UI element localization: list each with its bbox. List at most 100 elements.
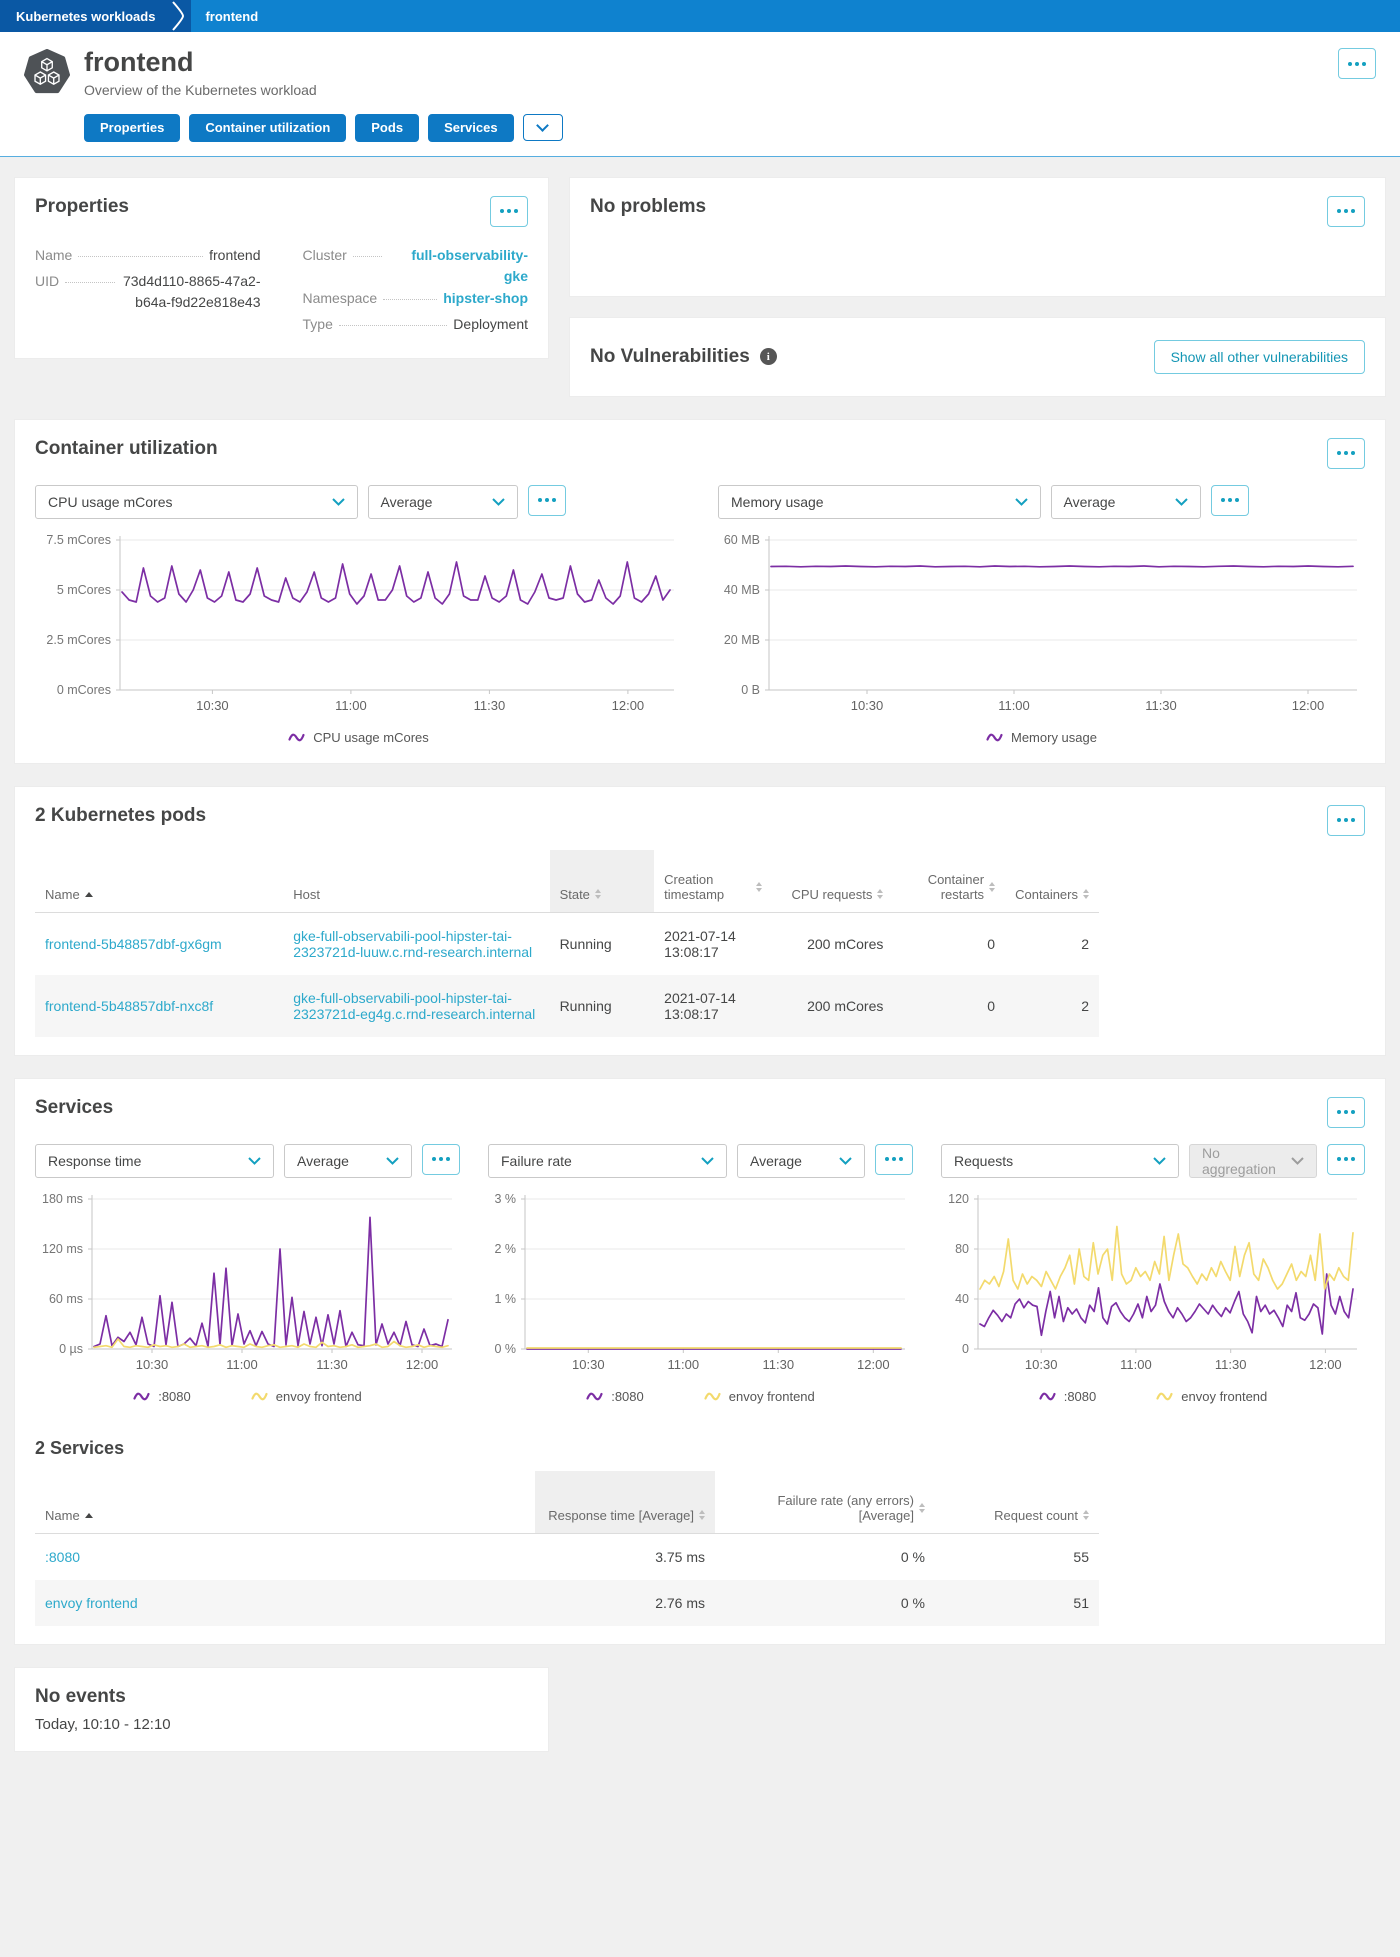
pods-menu-button[interactable] bbox=[1327, 804, 1365, 836]
nav-button-container-utilization[interactable]: Container utilization bbox=[189, 113, 347, 142]
memory-aggregation-select[interactable]: Average bbox=[1050, 484, 1201, 519]
services-column-request-count[interactable]: Request count bbox=[935, 1470, 1099, 1534]
failure-rate-panel: Failure rate Average 0 % 1 % 2 % 3 % 10:30 11… bbox=[488, 1143, 913, 1404]
requests-menu-button[interactable] bbox=[1327, 1143, 1365, 1175]
memory-chart-menu-button[interactable] bbox=[1210, 484, 1249, 516]
requests-metric-select[interactable]: Requests bbox=[941, 1143, 1179, 1178]
failure-rate-metric-select[interactable]: Failure rate bbox=[488, 1143, 727, 1178]
events-title: No events bbox=[35, 1685, 126, 1707]
nav-button-properties[interactable]: Properties bbox=[84, 113, 181, 142]
legend-label: :8080 bbox=[158, 1388, 191, 1404]
svg-text:0 mCores: 0 mCores bbox=[57, 683, 111, 697]
response-time-menu-button[interactable] bbox=[422, 1143, 460, 1175]
cluster-link[interactable]: full-observability-gke bbox=[388, 245, 528, 288]
legend-label: :8080 bbox=[1063, 1388, 1097, 1404]
container-utilization-menu-button[interactable] bbox=[1327, 437, 1365, 469]
legend-item[interactable]: envoy frontend bbox=[251, 1389, 362, 1404]
requests-chart[interactable]: 0 40 80 120 10:30 11:00 11:30 12:00 bbox=[941, 1192, 1365, 1379]
pod-state: Running bbox=[559, 935, 612, 952]
failure-rate-chart[interactable]: 0 % 1 % 2 % 3 % 10:30 11:00 11:30 12:00 bbox=[488, 1192, 913, 1379]
failure-rate-aggregation-select[interactable]: Average bbox=[737, 1143, 865, 1178]
header-menu-button[interactable] bbox=[1338, 48, 1376, 79]
legend-label: envoy frontend bbox=[275, 1388, 362, 1404]
services-column-response-time[interactable]: Response time [Average] bbox=[535, 1470, 715, 1534]
legend-item[interactable]: CPU usage mCores bbox=[288, 730, 429, 745]
pods-column-name[interactable]: Name bbox=[35, 849, 284, 913]
pod-host-link[interactable]: gke-full-observabili-pool-hipster-tai-23… bbox=[293, 928, 532, 960]
page-subtitle: Overview of the Kubernetes workload bbox=[84, 81, 317, 98]
pod-name-link[interactable]: frontend-5b48857dbf-nxc8f bbox=[45, 998, 213, 1014]
services-column-failure-rate[interactable]: Failure rate (any errors) [Average] bbox=[715, 1470, 935, 1534]
svg-text:120: 120 bbox=[948, 1192, 969, 1206]
nav-button-services[interactable]: Services bbox=[428, 113, 514, 142]
svg-text:40: 40 bbox=[955, 1292, 969, 1306]
response-time-chart[interactable]: 0 µs 60 ms 120 ms 180 ms 10:30 11:00 11:30 12:0… bbox=[35, 1192, 460, 1379]
response-time-metric-select[interactable]: Response time bbox=[35, 1143, 274, 1178]
breadcrumb-root[interactable]: Kubernetes workloads bbox=[0, 0, 170, 32]
svg-text:11:30: 11:30 bbox=[474, 698, 506, 713]
svg-text:11:00: 11:00 bbox=[335, 698, 367, 713]
properties-menu-button[interactable] bbox=[490, 195, 528, 227]
legend-item[interactable]: :8080 bbox=[586, 1389, 644, 1404]
show-vulnerabilities-button[interactable]: Show all other vulnerabilities bbox=[1153, 339, 1365, 374]
svg-text:12:00: 12:00 bbox=[612, 698, 645, 713]
vulnerabilities-title: No Vulnerabilities bbox=[590, 345, 750, 367]
pods-column-state[interactable]: State bbox=[549, 849, 655, 913]
service-response-time: 3.75 ms bbox=[655, 1548, 705, 1565]
svg-text:10:30: 10:30 bbox=[1025, 1357, 1058, 1372]
services-title: Services bbox=[35, 1096, 114, 1118]
service-name-link[interactable]: envoy frontend bbox=[45, 1595, 138, 1611]
pod-name-link[interactable]: frontend-5b48857dbf-gx6gm bbox=[45, 936, 222, 952]
sort-icon bbox=[989, 881, 996, 892]
container-utilization-title: Container utilization bbox=[35, 437, 218, 459]
svg-text:20 MB: 20 MB bbox=[724, 633, 760, 647]
service-name-link[interactable]: :8080 bbox=[45, 1549, 80, 1565]
nav-more-button[interactable] bbox=[522, 114, 563, 142]
legend-item[interactable]: envoy frontend bbox=[1156, 1389, 1267, 1404]
events-card: No events Today, 10:10 - 12:10 bbox=[14, 1666, 549, 1752]
cpu-metric-select[interactable]: CPU usage mCores bbox=[35, 484, 358, 519]
cpu-usage-chart[interactable]: 0 mCores 2.5 mCores 5 mCores 7.5 mCores 10:3… bbox=[35, 533, 682, 720]
services-menu-button[interactable] bbox=[1327, 1096, 1365, 1128]
content: Properties Name frontend UID 73d4d110-88… bbox=[0, 157, 1400, 1778]
sort-icon bbox=[699, 1510, 705, 1521]
chevron-down-icon bbox=[1153, 1156, 1166, 1165]
cpu-aggregation-select[interactable]: Average bbox=[367, 484, 518, 519]
pod-row: frontend-5b48857dbf-nxc8f gke-full-obser… bbox=[35, 974, 1099, 1037]
property-row-namespace: Namespace hipster-shop bbox=[303, 288, 529, 314]
pods-column-cpu-requests[interactable]: CPU requests bbox=[771, 849, 894, 913]
breadcrumb-current: frontend bbox=[205, 8, 259, 24]
services-column-name[interactable]: Name bbox=[35, 1470, 535, 1534]
legend-item[interactable]: :8080 bbox=[133, 1389, 191, 1404]
legend-item[interactable]: envoy frontend bbox=[704, 1389, 815, 1404]
pods-column-containers[interactable]: Containers bbox=[1005, 849, 1099, 913]
failure-rate-menu-button[interactable] bbox=[875, 1143, 913, 1175]
legend-item[interactable]: Memory usage bbox=[986, 730, 1097, 745]
svg-text:11:00: 11:00 bbox=[668, 1357, 700, 1372]
select-value: Memory usage bbox=[731, 493, 824, 510]
series-swatch-icon bbox=[586, 1392, 603, 1401]
info-icon[interactable]: i bbox=[759, 348, 777, 366]
cpu-chart-menu-button[interactable] bbox=[527, 484, 566, 516]
memory-chart-panel: Memory usage Average 0 B 20 MB 40 MB 60 MB 1… bbox=[718, 484, 1365, 745]
select-value: Requests bbox=[954, 1152, 1014, 1169]
pod-host-link[interactable]: gke-full-observabili-pool-hipster-tai-23… bbox=[293, 990, 535, 1022]
memory-metric-select[interactable]: Memory usage bbox=[718, 484, 1041, 519]
nav-button-pods[interactable]: Pods bbox=[355, 113, 420, 142]
chevron-down-icon bbox=[1174, 497, 1188, 506]
service-row: envoy frontend 2.76 ms 0 % 51 bbox=[35, 1579, 1099, 1626]
pods-column-container-restarts[interactable]: Container restarts bbox=[893, 849, 1006, 913]
problems-menu-button[interactable] bbox=[1327, 195, 1365, 227]
pods-column-creation-timestamp[interactable]: Creation timestamp bbox=[654, 849, 772, 913]
series-swatch-icon bbox=[133, 1392, 150, 1401]
memory-usage-chart[interactable]: 0 B 20 MB 40 MB 60 MB 10:30 11:00 11:30 12:00 bbox=[718, 533, 1365, 720]
sort-icon bbox=[594, 889, 601, 900]
service-response-time: 2.76 ms bbox=[535, 1579, 715, 1626]
legend-item[interactable]: :8080 bbox=[1039, 1388, 1097, 1404]
response-time-aggregation-select[interactable]: Average bbox=[284, 1143, 412, 1178]
sort-icon bbox=[919, 1502, 925, 1513]
pods-column-host[interactable]: Host bbox=[283, 849, 550, 913]
sort-icon bbox=[755, 881, 762, 892]
namespace-link[interactable]: hipster-shop bbox=[443, 288, 528, 310]
sort-icon bbox=[1083, 1510, 1089, 1521]
